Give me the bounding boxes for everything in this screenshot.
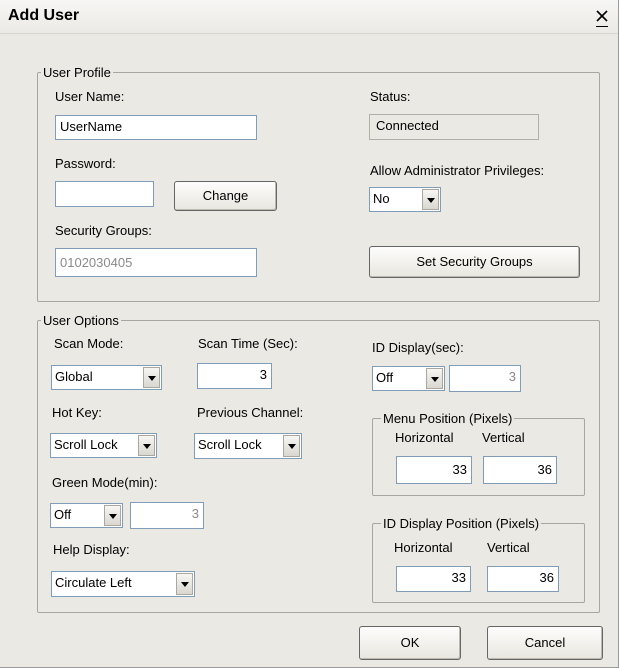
menu-position-legend: Menu Position (Pixels) (381, 411, 515, 426)
id-display-seconds-field: 3 (449, 365, 521, 392)
allow-admin-label: Allow Administrator Privileges: (370, 163, 545, 178)
id-vertical-input[interactable]: 36 (487, 566, 559, 592)
menu-horizontal-label: Horizontal (395, 430, 454, 445)
ok-button[interactable]: OK (359, 626, 461, 660)
green-mode-label: Green Mode(min): (52, 475, 158, 490)
password-input[interactable] (55, 181, 154, 207)
user-name-label: User Name: (55, 89, 125, 104)
security-groups-label: Security Groups: (55, 223, 152, 238)
previous-channel-value: Scroll Lock (198, 437, 262, 452)
user-name-input[interactable]: UserName (55, 115, 257, 140)
hot-key-label: Hot Key: (52, 405, 102, 420)
green-mode-minutes-field: 3 (130, 502, 204, 529)
close-icon (596, 10, 608, 22)
password-label: Password: (55, 156, 116, 171)
dialog-title: Add User (8, 7, 80, 24)
user-profile-legend: User Profile (41, 65, 113, 80)
close-button[interactable] (593, 8, 611, 27)
id-display-label: ID Display(sec): (372, 340, 464, 355)
green-mode-value: Off (54, 507, 72, 522)
id-horizontal-input[interactable]: 33 (396, 566, 471, 592)
chevron-down-icon[interactable] (104, 505, 121, 526)
scan-mode-label: Scan Mode: (54, 336, 124, 351)
green-mode-select[interactable]: Off (50, 503, 123, 528)
security-groups-field: 0102030405 (55, 248, 257, 277)
chevron-down-icon[interactable] (143, 367, 160, 388)
set-security-groups-button[interactable]: Set Security Groups (369, 246, 580, 278)
title-bar: Add User (0, 0, 618, 34)
help-display-label: Help Display: (53, 542, 130, 557)
allow-admin-select[interactable]: No (369, 187, 441, 212)
help-display-value: Circulate Left (55, 575, 132, 590)
cancel-button[interactable]: Cancel (487, 626, 603, 660)
scan-mode-select[interactable]: Global (51, 365, 162, 390)
menu-vertical-label: Vertical (482, 430, 525, 445)
menu-vertical-input[interactable]: 36 (483, 456, 557, 484)
user-options-legend: User Options (41, 313, 121, 328)
chevron-down-icon[interactable] (422, 189, 439, 210)
add-user-dialog: Add User User Profile User Name: UserNam… (0, 0, 619, 668)
id-vertical-label: Vertical (487, 540, 530, 555)
chevron-down-icon[interactable] (426, 368, 443, 389)
previous-channel-label: Previous Channel: (197, 405, 304, 420)
hot-key-select[interactable]: Scroll Lock (50, 433, 157, 458)
id-horizontal-label: Horizontal (394, 540, 453, 555)
chevron-down-icon[interactable] (176, 573, 193, 595)
id-display-value: Off (376, 370, 394, 385)
status-label: Status: (370, 89, 411, 104)
change-password-button[interactable]: Change (174, 181, 277, 211)
id-display-select[interactable]: Off (372, 366, 445, 391)
menu-horizontal-input[interactable]: 33 (396, 456, 472, 484)
allow-admin-value: No (373, 191, 390, 206)
help-display-select[interactable]: Circulate Left (51, 571, 195, 597)
previous-channel-select[interactable]: Scroll Lock (194, 433, 302, 459)
id-display-position-legend: ID Display Position (Pixels) (381, 516, 542, 531)
hot-key-value: Scroll Lock (54, 437, 118, 452)
chevron-down-icon[interactable] (138, 435, 155, 456)
scan-time-input[interactable]: 3 (197, 363, 272, 389)
status-field: Connected (369, 114, 539, 140)
scan-time-label: Scan Time (Sec): (198, 336, 298, 351)
chevron-down-icon[interactable] (283, 435, 300, 457)
scan-mode-value: Global (55, 369, 93, 384)
